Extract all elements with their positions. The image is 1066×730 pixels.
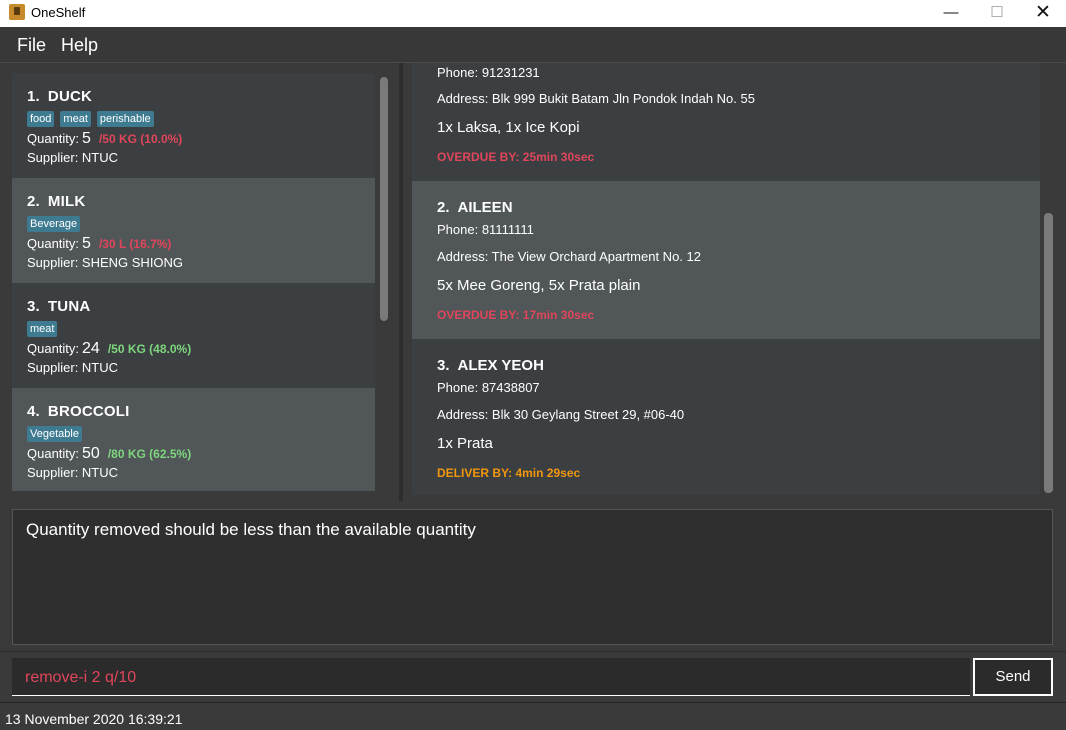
minimize-button[interactable]: — — [928, 0, 974, 27]
order-address: Address: The View Orchard Apartment No. … — [437, 249, 701, 264]
app-icon — [9, 4, 25, 20]
order-list[interactable]: Phone: 91231231 Address: Blk 999 Bukit B… — [412, 63, 1040, 495]
maximize-button[interactable]: ☐ — [974, 0, 1020, 27]
item-name: 4. BROCCOLI — [27, 403, 130, 420]
item-tags: food meat perishable — [27, 109, 375, 127]
command-panel: remove-i 2 q/10 Send — [0, 652, 1066, 702]
item-name: 3. TUNA — [27, 298, 91, 315]
item-quantity: Quantity: 5/50 KG (10.0%) — [27, 130, 183, 147]
order-name: 2. AILEEN — [437, 199, 513, 216]
order-phone: Phone: 87438807 — [437, 380, 540, 395]
result-display-panel: Quantity removed should be less than the… — [0, 501, 1066, 651]
result-display: Quantity removed should be less than the… — [12, 509, 1053, 645]
order-phone: Phone: 91231231 — [437, 65, 540, 80]
menu-bar: File Help — [0, 27, 1066, 63]
tag: perishable — [96, 111, 154, 127]
order-card[interactable]: 2. AILEEN Phone: 81111111 Address: The Vi… — [412, 181, 1040, 339]
status-bar: 13 November 2020 16:39:21 — [0, 702, 1066, 730]
menu-help[interactable]: Help — [61, 35, 98, 56]
order-name: 3. ALEX YEOH — [437, 357, 544, 374]
tag: Vegetable — [27, 426, 82, 442]
item-supplier: Supplier: NTUC — [27, 360, 119, 375]
menu-file[interactable]: File — [17, 35, 46, 56]
order-phone: Phone: 81111111 — [437, 222, 534, 237]
order-status: OVERDUE BY: 25min 30sec — [437, 150, 595, 164]
close-button[interactable]: ✕ — [1020, 0, 1066, 27]
item-tags: meat — [27, 319, 375, 337]
tag: meat — [27, 321, 58, 337]
command-text: remove-i 2 q/10 — [25, 669, 137, 686]
order-card[interactable]: Phone: 91231231 Address: Blk 999 Bukit B… — [412, 63, 1040, 181]
command-input[interactable]: remove-i 2 q/10 — [12, 658, 970, 696]
order-items: 1x Laksa, 1x Ice Kopi — [437, 119, 580, 136]
send-button[interactable]: Send — [973, 658, 1053, 696]
tag: Beverage — [27, 216, 81, 232]
item-quantity: Quantity: 5/30 L (16.7%) — [27, 235, 172, 252]
status-datetime: 13 November 2020 16:39:21 — [5, 711, 183, 727]
order-card[interactable]: 3. ALEX YEOH Phone: 87438807 Address: Blk… — [412, 339, 1040, 495]
window-title: OneShelf — [31, 5, 86, 20]
order-items: 5x Mee Goreng, 5x Prata plain — [437, 277, 641, 294]
tag: food — [27, 111, 55, 127]
item-card[interactable]: 2. MILK Beverage Quantity: 5/30 L (16.7%) … — [12, 178, 375, 283]
item-supplier: Supplier: NTUC — [27, 465, 119, 480]
order-items: 1x Prata — [437, 435, 493, 452]
result-message: Quantity removed should be less than the… — [26, 520, 476, 539]
item-supplier: Supplier: SHENG SHIONG — [27, 255, 184, 270]
item-supplier: Supplier: NTUC — [27, 150, 119, 165]
order-status: DELIVER BY: 4min 29sec — [437, 466, 581, 480]
item-quantity: Quantity: 24/50 KG (48.0%) — [27, 340, 192, 357]
order-status: OVERDUE BY: 17min 30sec — [437, 308, 595, 322]
item-card[interactable]: 1. DUCK food meat perishable Quantity: 5/50 … — [12, 73, 375, 178]
order-address: Address: Blk 999 Bukit Batam Jln Pondok … — [437, 91, 755, 106]
item-list[interactable]: 1. DUCK food meat perishable Quantity: 5/50 … — [12, 73, 375, 491]
item-list-scrollbar[interactable] — [380, 77, 388, 321]
item-card[interactable]: 4. BROCCOLI Vegetable Quantity: 50/80 KG (… — [12, 388, 375, 491]
title-bar: OneShelf — ☐ ✕ — [0, 0, 1066, 27]
item-name: 2. MILK — [27, 193, 86, 210]
item-quantity: Quantity: 50/80 KG (62.5%) — [27, 445, 192, 462]
item-tags: Beverage — [27, 214, 375, 232]
order-list-scrollbar[interactable] — [1044, 213, 1053, 493]
tag: meat — [60, 111, 91, 127]
item-tags: Vegetable — [27, 424, 375, 442]
item-name: 1. DUCK — [27, 88, 93, 105]
order-list-panel: Phone: 91231231 Address: Blk 999 Bukit B… — [403, 63, 1066, 501]
item-list-panel: 1. DUCK food meat perishable Quantity: 5/50 … — [0, 63, 399, 501]
item-card[interactable]: 3. TUNA meat Quantity: 24/50 KG (48.0%) Su… — [12, 283, 375, 388]
order-address: Address: Blk 30 Geylang Street 29, #06-4… — [437, 407, 685, 422]
